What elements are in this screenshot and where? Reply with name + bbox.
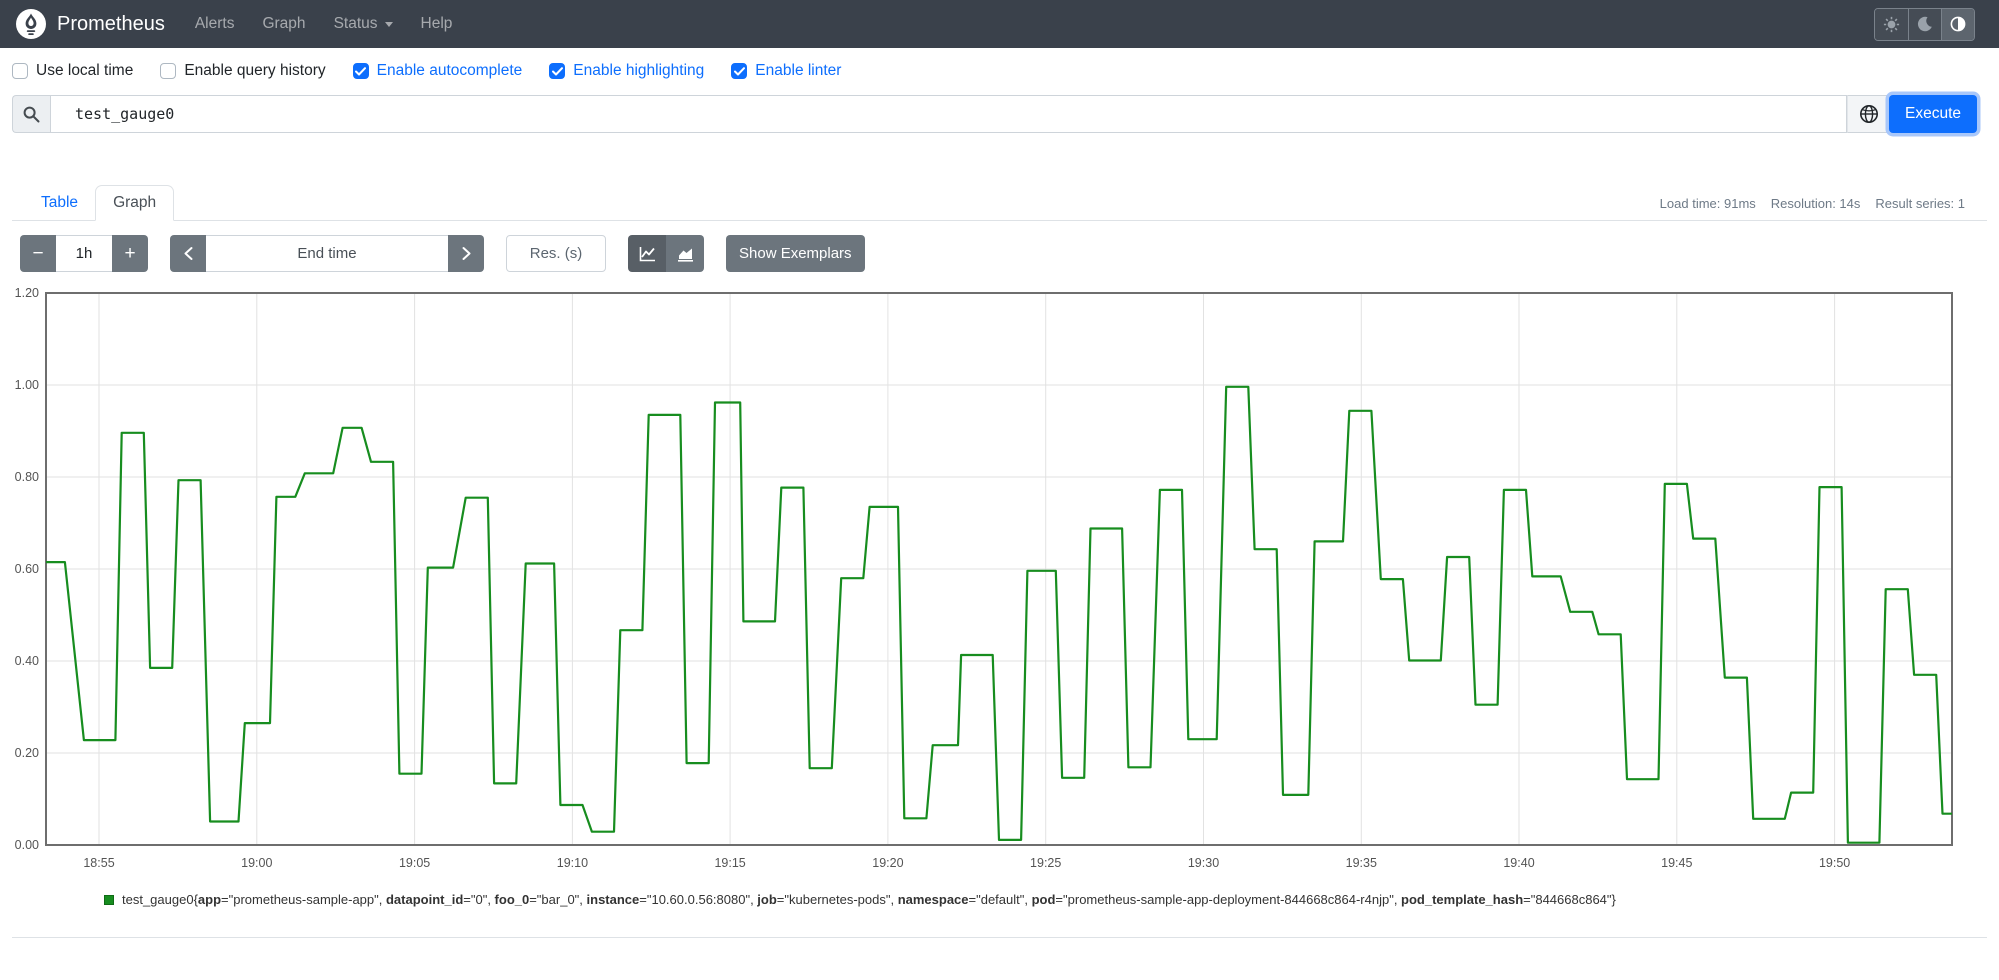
chevron-right-icon xyxy=(462,247,470,260)
execute-button[interactable]: Execute xyxy=(1889,95,1977,133)
theme-moon-button[interactable] xyxy=(1908,8,1941,40)
checkbox-label: Enable highlighting xyxy=(573,62,705,79)
range-group: − + xyxy=(20,235,148,272)
svg-text:1.00: 1.00 xyxy=(15,378,39,392)
stat-result-series: Result series: 1 xyxy=(1875,196,1965,211)
tab-graph[interactable]: Graph xyxy=(95,185,175,221)
end-time-group xyxy=(170,235,484,272)
end-time-input[interactable] xyxy=(206,235,448,272)
checkbox-unchecked-icon[interactable] xyxy=(160,63,177,79)
range-duration-input[interactable] xyxy=(56,235,112,272)
range-decrease-button[interactable]: − xyxy=(20,235,56,272)
svg-text:19:15: 19:15 xyxy=(714,856,745,870)
checkbox-enable-query-history[interactable]: Enable query history xyxy=(160,62,326,80)
range-increase-button[interactable]: + xyxy=(112,235,148,272)
nav-item-status[interactable]: Status xyxy=(320,15,407,33)
legend-row[interactable]: test_gauge0{app="prometheus-sample-app",… xyxy=(104,892,1987,907)
checkbox-enable-autocomplete[interactable]: Enable autocomplete xyxy=(352,62,523,80)
query-input-group: Execute xyxy=(12,95,1977,133)
checkbox-checked-icon[interactable] xyxy=(549,63,566,79)
globe-icon xyxy=(1859,105,1878,123)
stat-resolution: Resolution: 14s xyxy=(1770,196,1861,211)
brand-title: Prometheus xyxy=(57,12,165,35)
brand[interactable]: Prometheus xyxy=(16,9,165,39)
svg-text:0.80: 0.80 xyxy=(15,470,39,484)
svg-text:0.00: 0.00 xyxy=(15,838,39,852)
query-stats: Load time: 91ms Resolution: 14s Result s… xyxy=(1660,196,1965,211)
sun-icon xyxy=(1883,16,1900,32)
svg-text:19:25: 19:25 xyxy=(1030,856,1061,870)
time-forward-button[interactable] xyxy=(448,235,484,272)
tab-table[interactable]: Table xyxy=(24,186,95,220)
nav-links: Alerts Graph Status Help xyxy=(181,15,467,33)
line-chart-icon xyxy=(639,246,655,261)
checkbox-checked-icon[interactable] xyxy=(352,63,369,79)
series-color-swatch xyxy=(104,894,114,905)
series-line xyxy=(46,385,1952,844)
svg-text:18:55: 18:55 xyxy=(83,856,114,870)
checkbox-unchecked-icon[interactable] xyxy=(12,63,28,79)
query-expression-input[interactable] xyxy=(50,95,1847,133)
chart-area[interactable]: 0.00 0.20 0.40 0.60 0.80 1.00 1.20 18:55 19:00 19… xyxy=(7,285,1987,890)
svg-text:19:35: 19:35 xyxy=(1346,856,1377,870)
theme-circle-half-button[interactable] xyxy=(1941,8,1974,40)
time-back-button[interactable] xyxy=(170,235,206,272)
chevron-left-icon xyxy=(184,247,192,260)
svg-text:19:40: 19:40 xyxy=(1503,856,1534,870)
graph-svg: 0.00 0.20 0.40 0.60 0.80 1.00 1.20 18:55 19:00 19… xyxy=(15,286,1953,870)
svg-text:0.60: 0.60 xyxy=(15,562,39,576)
stacked-chart-toggle-button[interactable] xyxy=(666,235,704,272)
checkbox-label: Use local time xyxy=(36,62,134,79)
checkbox-label: Enable autocomplete xyxy=(376,62,523,79)
stat-load-time: Load time: 91ms xyxy=(1659,196,1756,211)
svg-text:19:30: 19:30 xyxy=(1188,856,1219,870)
circle-half-icon xyxy=(1950,16,1966,32)
nav-item-graph[interactable]: Graph xyxy=(248,15,319,33)
checkbox-use-local-time[interactable]: Use local time xyxy=(12,62,133,80)
chart-type-toggle xyxy=(628,235,704,272)
svg-text:19:50: 19:50 xyxy=(1819,856,1850,870)
show-exemplars-button[interactable]: Show Exemplars xyxy=(726,235,865,272)
series-label: test_gauge0{app="prometheus-sample-app",… xyxy=(122,892,1616,907)
tabs-row: Table Graph Load time: 91ms Resolution: … xyxy=(12,183,1987,221)
checkbox-label: Enable query history xyxy=(184,62,326,79)
search-icon xyxy=(23,106,40,122)
checkbox-checked-icon[interactable] xyxy=(731,63,748,79)
svg-text:19:20: 19:20 xyxy=(872,856,903,870)
checkbox-label: Enable linter xyxy=(755,62,842,79)
svg-text:19:05: 19:05 xyxy=(399,856,430,870)
navbar: Prometheus Alerts Graph Status Help xyxy=(0,0,1999,48)
caret-down-icon xyxy=(384,21,393,31)
checkbox-enable-highlighting[interactable]: Enable highlighting xyxy=(549,62,704,80)
moon-icon xyxy=(1917,16,1932,32)
search-addon xyxy=(12,95,50,133)
nav-item-help[interactable]: Help xyxy=(407,15,467,33)
prometheus-logo-icon xyxy=(16,9,46,39)
svg-text:19:10: 19:10 xyxy=(557,856,588,870)
svg-text:0.40: 0.40 xyxy=(15,654,39,668)
metrics-explorer-button[interactable] xyxy=(1847,95,1889,133)
graph-controls: − + xyxy=(12,221,1987,272)
theme-sun-button[interactable] xyxy=(1875,8,1908,40)
graph-panel: − + xyxy=(12,221,1987,938)
options-bar: Use local time Enable query history Enable… xyxy=(0,48,1999,92)
stacked-chart-icon xyxy=(677,248,693,262)
checkbox-enable-linter[interactable]: Enable linter xyxy=(731,62,841,80)
resolution-input[interactable] xyxy=(506,235,606,272)
theme-toggle-group xyxy=(1874,7,1975,41)
svg-text:1.20: 1.20 xyxy=(15,286,39,300)
svg-text:19:45: 19:45 xyxy=(1661,856,1692,870)
line-chart-toggle-button[interactable] xyxy=(628,235,666,272)
svg-text:19:00: 19:00 xyxy=(241,856,272,870)
svg-text:0.20: 0.20 xyxy=(15,746,39,760)
nav-item-alerts[interactable]: Alerts xyxy=(181,15,249,33)
